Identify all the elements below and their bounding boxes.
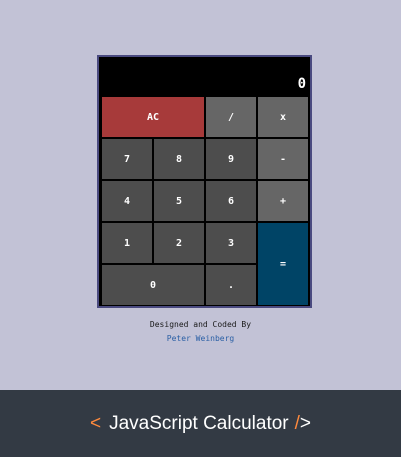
six-button[interactable]: 6 <box>205 180 257 222</box>
footer-title: JavaScript Calculator <box>109 412 289 434</box>
calculator: 0 AC / x 7 8 9 - 4 5 6 + 1 2 3 = 0 . <box>97 55 312 308</box>
five-button[interactable]: 5 <box>153 180 205 222</box>
footer-bar: < JavaScript Calculator / > <box>0 390 401 457</box>
zero-button[interactable]: 0 <box>101 264 205 306</box>
author-link[interactable]: Peter Weinberg <box>0 334 401 343</box>
nine-button[interactable]: 9 <box>205 138 257 180</box>
three-button[interactable]: 3 <box>205 222 257 264</box>
seven-button[interactable]: 7 <box>101 138 153 180</box>
page-background: 0 AC / x 7 8 9 - 4 5 6 + 1 2 3 = 0 . Des… <box>0 0 401 390</box>
display: 0 <box>99 57 310 97</box>
eight-button[interactable]: 8 <box>153 138 205 180</box>
four-button[interactable]: 4 <box>101 180 153 222</box>
equals-button[interactable]: = <box>257 222 309 306</box>
open-bracket-icon: < <box>89 412 102 434</box>
credit-text: Designed and Coded By <box>149 320 252 329</box>
add-button[interactable]: + <box>257 180 309 222</box>
divide-button[interactable]: / <box>205 96 257 138</box>
close-bracket-icon: > <box>299 412 312 434</box>
one-button[interactable]: 1 <box>101 222 153 264</box>
two-button[interactable]: 2 <box>153 222 205 264</box>
decimal-button[interactable]: . <box>205 264 257 306</box>
clear-button[interactable]: AC <box>101 96 205 138</box>
output-screen: 0 <box>297 76 306 92</box>
subtract-button[interactable]: - <box>257 138 309 180</box>
multiply-button[interactable]: x <box>257 96 309 138</box>
